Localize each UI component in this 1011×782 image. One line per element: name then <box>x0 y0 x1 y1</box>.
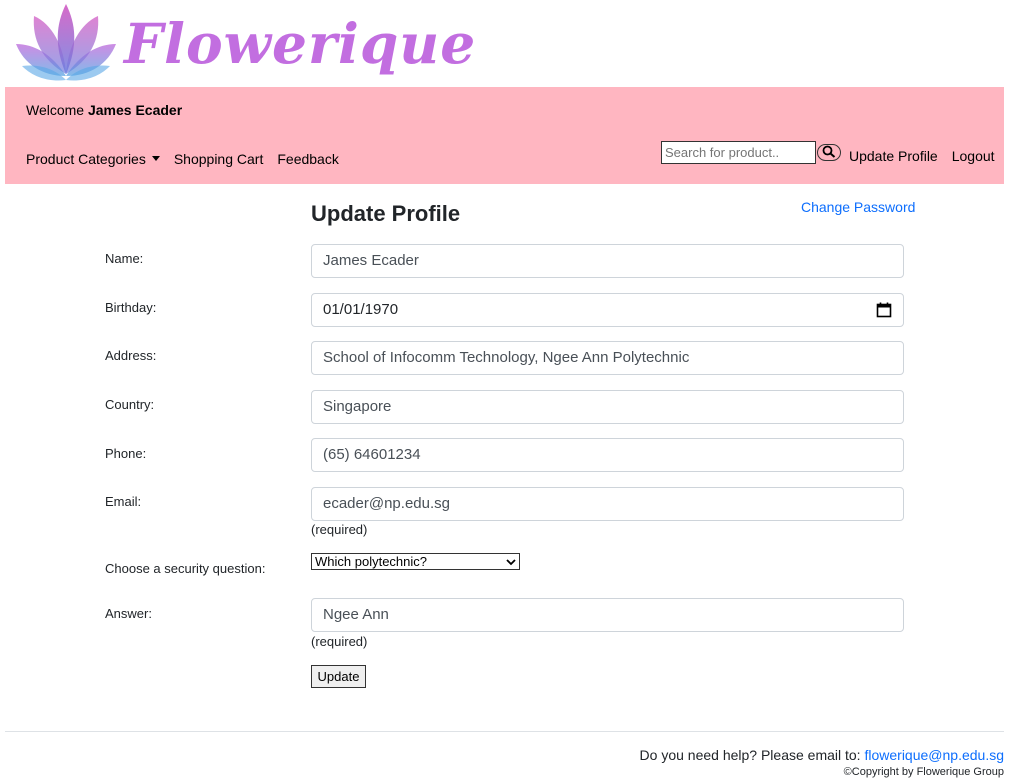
brand-name: Flowerique <box>124 11 477 76</box>
nav-right: Update Profile Logout <box>849 148 995 164</box>
caret-down-icon <box>151 156 160 161</box>
security-question-label: Choose a security question: <box>105 561 266 576</box>
name-label: Name: <box>105 251 144 266</box>
email-input[interactable]: ecader@np.edu.sg <box>311 487 904 521</box>
update-button[interactable]: Update <box>311 665 366 688</box>
welcome-message: Welcome James Ecader <box>26 102 182 118</box>
page-title: Update Profile <box>311 201 461 226</box>
address-input[interactable]: School of Infocomm Technology, Ngee Ann … <box>311 341 904 375</box>
search-icon <box>822 145 836 158</box>
lotus-icon <box>16 4 116 81</box>
email-label: Email: <box>105 494 142 509</box>
feedback-link[interactable]: Feedback <box>277 151 338 167</box>
birthday-value: 01/01/1970 <box>323 301 399 318</box>
answer-required-note: (required) <box>311 634 368 649</box>
birthday-label: Birthday: <box>105 300 157 315</box>
name-input[interactable]: James Ecader <box>311 244 904 278</box>
update-profile-link[interactable]: Update Profile <box>849 148 938 164</box>
phone-input[interactable]: (65) 64601234 <box>311 438 904 472</box>
logo-area: Flowerique <box>0 0 1011 87</box>
answer-input[interactable]: Ngee Ann <box>311 598 904 632</box>
logout-link[interactable]: Logout <box>952 148 995 164</box>
change-password-link[interactable]: Change Password <box>801 199 915 215</box>
search-button[interactable] <box>817 144 841 161</box>
email-required-note: (required) <box>311 522 368 537</box>
security-question-select[interactable]: Which polytechnic? <box>311 553 520 570</box>
product-categories-menu[interactable]: Product Categories <box>26 151 160 167</box>
address-label: Address: <box>105 348 157 363</box>
help-text: Do you need help? Please email to: flowe… <box>640 747 1004 763</box>
welcome-prefix: Welcome <box>26 102 85 118</box>
birthday-input[interactable]: 01/01/1970 <box>311 293 904 327</box>
shopping-cart-link[interactable]: Shopping Cart <box>174 151 264 167</box>
help-prefix: Do you need help? Please email to: <box>639 747 861 763</box>
chevron-down-icon <box>506 558 516 565</box>
user-name: James Ecader <box>87 102 183 118</box>
nav-left: Product Categories Shopping Cart Feedbac… <box>26 151 339 167</box>
calendar-icon[interactable] <box>876 302 892 318</box>
security-question-value: Which polytechnic? <box>315 554 427 569</box>
product-categories-label: Product Categories <box>26 151 146 167</box>
search-input[interactable] <box>661 141 816 164</box>
phone-label: Phone: <box>105 446 147 461</box>
copyright: ©Copyright by Flowerique Group <box>843 766 1004 778</box>
country-label: Country: <box>105 397 155 412</box>
footer-divider <box>5 731 1004 732</box>
country-input[interactable]: Singapore <box>311 390 904 424</box>
answer-label: Answer: <box>105 606 152 621</box>
help-email-link[interactable]: flowerique@np.edu.sg <box>864 747 1004 763</box>
navbar: Welcome James Ecader Product Categories … <box>5 87 1004 184</box>
